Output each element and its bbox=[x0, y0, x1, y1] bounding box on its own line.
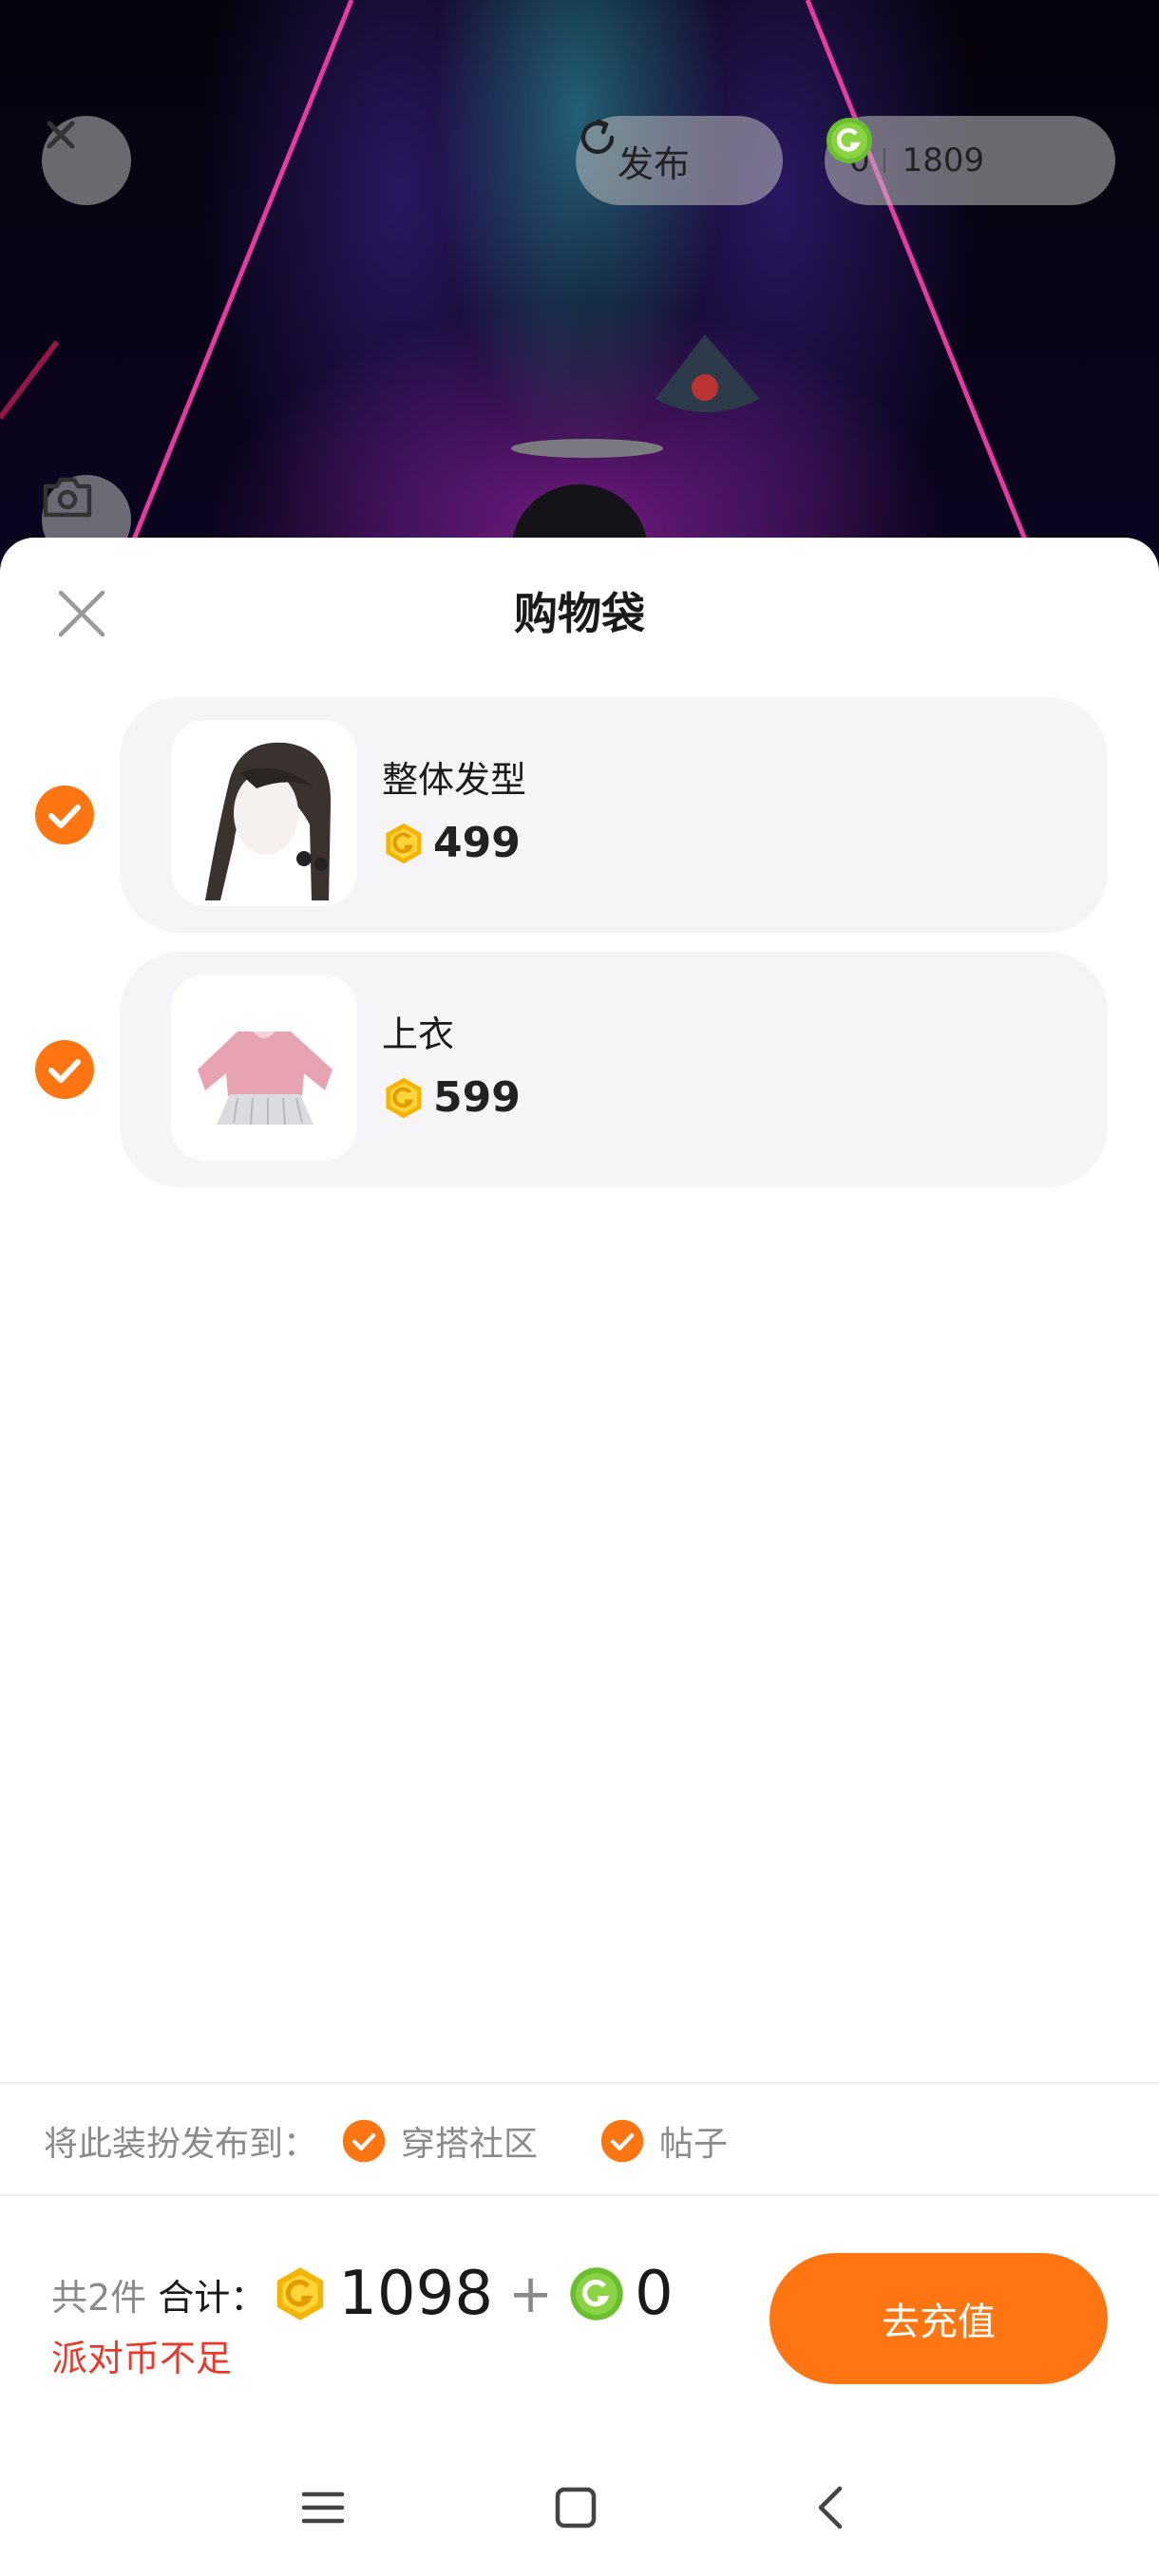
home-icon bbox=[555, 2487, 597, 2529]
green-coin-balance: 1809 bbox=[902, 142, 985, 180]
item-checkbox[interactable] bbox=[34, 1039, 95, 1100]
insufficient-warning: 派对币不足 bbox=[51, 2338, 233, 2379]
green-coin-icon bbox=[568, 2265, 625, 2322]
publish-button[interactable]: 发布 bbox=[576, 116, 783, 205]
back-button[interactable] bbox=[792, 2470, 868, 2546]
green-total: 0 bbox=[635, 2259, 674, 2329]
check-icon bbox=[342, 2119, 386, 2163]
item-name: 整体发型 bbox=[382, 759, 527, 801]
camera-icon bbox=[43, 477, 92, 518]
close-icon bbox=[47, 121, 75, 149]
item-card[interactable]: 上衣 599 bbox=[120, 952, 1108, 1187]
item-count: 共2件 bbox=[51, 2276, 147, 2319]
check-icon bbox=[35, 1040, 94, 1099]
cart-item: 上衣 599 bbox=[0, 952, 1159, 1187]
publish-option-post[interactable]: 帖子 bbox=[600, 2116, 728, 2166]
coin-balance[interactable]: 0 1809 bbox=[825, 116, 1115, 205]
sheet-title: 购物袋 bbox=[514, 588, 645, 639]
total-line: 共2件 合计： 1098 + 0 bbox=[51, 2251, 674, 2337]
cart-item: 整体发型 499 bbox=[0, 697, 1159, 933]
check-icon bbox=[600, 2119, 644, 2163]
item-name: 上衣 bbox=[382, 1013, 455, 1055]
publish-option-label: 帖子 bbox=[659, 2125, 729, 2164]
item-price-value: 499 bbox=[433, 819, 521, 867]
menu-icon bbox=[301, 2491, 345, 2524]
refresh-icon bbox=[580, 119, 615, 154]
item-price-value: 599 bbox=[433, 1073, 521, 1122]
gold-coin-icon bbox=[272, 2265, 329, 2322]
system-nav-bar bbox=[0, 2451, 1159, 2565]
publish-to-label: 将此装扮发布到： bbox=[44, 2125, 318, 2164]
plus-sign: + bbox=[508, 2263, 553, 2325]
recharge-button[interactable]: 去充值 bbox=[770, 2253, 1108, 2384]
order-summary: 共2件 合计： 1098 + 0 派对币不足 bbox=[51, 2251, 674, 2381]
gold-coin-icon bbox=[382, 822, 426, 865]
home-button[interactable] bbox=[538, 2470, 614, 2546]
stage-neon-lines bbox=[0, 0, 1048, 589]
item-price: 499 bbox=[382, 819, 521, 867]
top-thumbnail bbox=[171, 975, 357, 1161]
avatar-scene: 发布 0 1809 bbox=[0, 0, 1159, 589]
close-scene-button[interactable] bbox=[42, 116, 131, 205]
divider bbox=[0, 2194, 1159, 2196]
gold-total: 1098 bbox=[338, 2259, 494, 2329]
item-price: 599 bbox=[382, 1073, 521, 1122]
publish-to-row: 将此装扮发布到： 穿搭社区 帖子 bbox=[44, 2112, 790, 2169]
menu-button[interactable] bbox=[285, 2470, 361, 2546]
item-card[interactable]: 整体发型 499 bbox=[120, 697, 1108, 933]
back-icon bbox=[818, 2486, 843, 2529]
gold-coin-icon bbox=[382, 1076, 426, 1120]
balance-separator bbox=[883, 148, 885, 173]
check-icon bbox=[35, 786, 94, 844]
publish-option-outfit-community[interactable]: 穿搭社区 bbox=[342, 2116, 538, 2166]
total-label: 合计： bbox=[158, 2276, 267, 2319]
publish-label: 发布 bbox=[618, 142, 691, 185]
publish-option-label: 穿搭社区 bbox=[401, 2125, 539, 2164]
item-checkbox[interactable] bbox=[34, 785, 95, 845]
divider bbox=[0, 2082, 1159, 2084]
hairstyle-thumbnail bbox=[171, 720, 357, 906]
